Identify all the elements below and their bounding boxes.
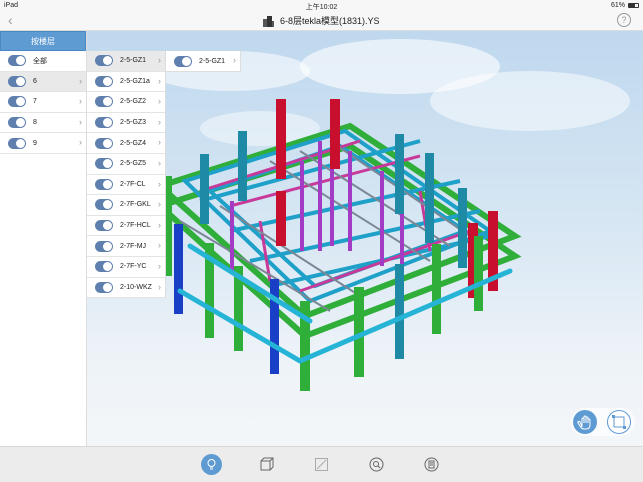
group-label: 2-10-WKZ [120,283,152,291]
group-item[interactable]: 2-7F-YC › [87,257,165,278]
model-title: 6-8层tekla模型(1831).YS [279,16,380,26]
visibility-toggle[interactable] [95,199,113,211]
select-mode-button[interactable] [607,410,631,434]
hand-mode-button[interactable] [573,410,597,434]
group-label: 2-5-GZ1a [120,77,150,85]
chevron-right-icon: › [158,281,161,292]
floor-item-all[interactable]: 全部 [0,51,86,72]
visibility-toggle[interactable] [95,137,113,149]
chevron-right-icon: › [158,178,161,189]
visibility-toggle[interactable] [174,55,192,67]
chevron-right-icon: › [158,240,161,251]
group-item[interactable]: 2-7F-MJ › [87,236,165,257]
chevron-right-icon: › [158,55,161,65]
page-title: 6-8层tekla模型(1831).YS [0,14,643,28]
box-select-icon [315,458,328,471]
floor-panel: 按楼层 全部 6 › 7 › 8 › 9 › [0,31,87,446]
chevron-right-icon: › [158,157,161,168]
building-model-icon [263,16,275,28]
floor-label: 9 [33,139,37,147]
group-item[interactable]: 2-5-GZ2 › [87,92,165,113]
cube-icon [260,457,274,471]
group-item[interactable]: 2-5-GZ1a › [87,72,165,93]
group-label: 2-5-GZ2 [120,98,147,106]
chevron-right-icon: › [79,116,82,127]
group-label: 2-5-GZ1 [120,57,147,65]
search-button[interactable] [366,454,387,475]
search-icon [369,457,384,472]
floor-item-7[interactable]: 7 › [0,92,86,113]
floor-header: 按楼层 [0,31,86,51]
interaction-mode-group [571,408,635,436]
bottom-toolbar [0,446,643,482]
help-button[interactable]: ? [617,13,631,27]
visibility-toggle[interactable] [95,220,113,232]
floor-item-6[interactable]: 6 › [0,71,86,93]
chevron-right-icon: › [158,260,161,271]
group-item[interactable]: 2-10-WKZ › [87,278,165,299]
group-label: 2-7F-MJ [120,242,147,250]
visibility-toggle[interactable] [8,117,26,129]
floor-label: 8 [33,119,37,127]
chevron-right-icon: › [79,137,82,148]
floor-label: 6 [33,77,37,85]
component-panel: 2-5-GZ1 › [166,51,241,72]
group-item[interactable]: 2-7F-HCL › [87,216,165,237]
group-item[interactable]: 2-5-GZ1 › [87,51,165,72]
chevron-right-icon: › [158,116,161,127]
group-label: 2-5-GZ3 [120,119,147,127]
floor-item-8[interactable]: 8 › [0,113,86,134]
navigation-bar: ‹ 6-8层tekla模型(1831).YS ? [0,11,643,31]
visibility-toggle[interactable] [95,96,113,108]
visibility-toggle[interactable] [8,96,26,108]
lightbulb-button[interactable] [201,454,222,475]
component-label: 2-5-GZ1 [199,57,226,65]
chevron-right-icon: › [158,75,161,86]
chevron-right-icon: › [79,75,82,86]
group-label: 2-5-GZ5 [120,160,147,168]
hand-icon [577,415,591,430]
visibility-toggle[interactable] [95,261,113,273]
battery-icon [628,3,639,8]
chevron-right-icon: › [158,96,161,107]
floor-item-9[interactable]: 9 › [0,133,86,154]
group-label: 2-7F-HCL [120,222,151,230]
group-item[interactable]: 2-7F-CL › [87,175,165,196]
lightbulb-icon [207,459,216,470]
battery-percent: 61% [610,2,625,9]
visibility-toggle[interactable] [95,75,113,87]
component-item[interactable]: 2-5-GZ1 › [166,51,240,72]
group-label: 2-7F-CL [120,180,146,188]
group-label: 2-5-GZ4 [120,139,147,147]
clipboard-icon [424,457,439,472]
group-panel: 2-5-GZ1 › 2-5-GZ1a › 2-5-GZ2 › 2-5-GZ3 › 2-5… [87,51,166,299]
visibility-toggle[interactable] [8,137,26,149]
visibility-toggle[interactable] [95,117,113,129]
cube-view-button[interactable] [256,454,277,475]
chevron-right-icon: › [158,137,161,148]
visibility-toggle[interactable] [95,158,113,170]
select-box-icon [612,415,626,429]
group-item[interactable]: 2-5-GZ3 › [87,113,165,134]
group-item[interactable]: 2-5-GZ4 › [87,133,165,154]
chevron-right-icon: › [158,199,161,210]
visibility-toggle[interactable] [95,55,113,67]
group-item[interactable]: 2-5-GZ5 › [87,154,165,175]
chevron-right-icon: › [158,219,161,230]
visibility-toggle[interactable] [95,178,113,190]
visibility-toggle[interactable] [95,281,113,293]
group-item[interactable]: 2-7F-GKL › [87,195,165,216]
properties-button[interactable] [421,454,442,475]
chevron-right-icon: › [79,96,82,107]
section-box-button[interactable] [311,454,332,475]
floor-label: 7 [33,98,37,106]
status-bar: iPad 上午10:02 61% [0,0,643,11]
visibility-toggle[interactable] [8,55,26,67]
visibility-toggle[interactable] [95,240,113,252]
visibility-toggle[interactable] [8,75,26,87]
group-label: 2-7F-GKL [120,201,151,209]
chevron-right-icon: › [233,55,236,65]
floor-label: 全部 [33,57,47,65]
group-label: 2-7F-YC [120,263,147,271]
